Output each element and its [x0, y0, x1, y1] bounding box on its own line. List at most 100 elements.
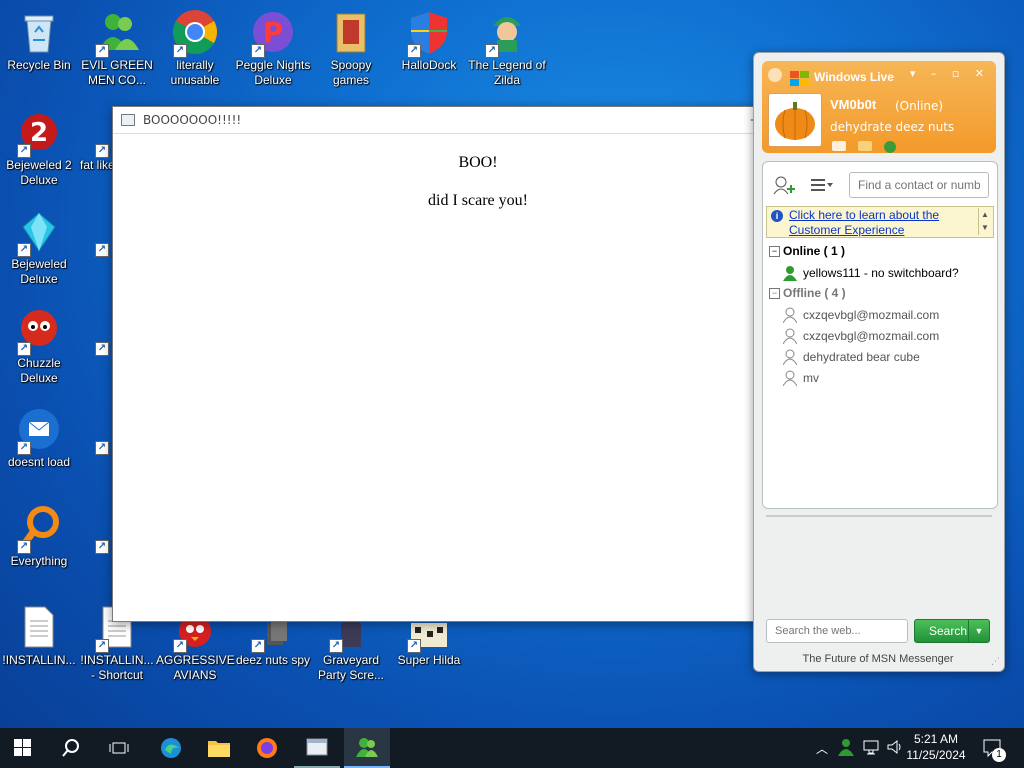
shortcut-arrow-icon: ↗: [329, 639, 343, 653]
resize-grip-icon[interactable]: ⋰: [991, 657, 1000, 667]
network-icon[interactable]: [862, 738, 880, 760]
desktop-icon-chuzzle[interactable]: ↗ Chuzzle Deluxe: [0, 306, 78, 386]
window-controls[interactable]: ▾ – ▫ ✕: [910, 67, 990, 80]
shortcut-arrow-icon: ↗: [173, 44, 187, 58]
shortcut-arrow-icon: ↗: [17, 144, 31, 158]
icon-label: Everything: [10, 554, 68, 568]
messenger-tray-icon[interactable]: [838, 738, 854, 760]
window-titlebar[interactable]: BOOOOOOO!!!!! –: [113, 107, 763, 134]
boo-window: BOOOOOOO!!!!! – BOO! did I scare you!: [112, 106, 764, 622]
contact-item[interactable]: cxzqevbgl@mozmail.com: [782, 307, 939, 324]
desktop-icon-literally-unusable[interactable]: ↗ literally unusable: [156, 8, 234, 88]
icon-label: Recycle Bin: [7, 58, 71, 72]
shortcut-arrow-icon: ↗: [95, 144, 109, 158]
web-search-bar: Search ▼: [766, 619, 992, 643]
contact-item[interactable]: dehydrated bear cube: [782, 349, 920, 366]
taskbar-firefox[interactable]: [244, 728, 290, 768]
desktop-icon-bejeweled-2[interactable]: 2 ↗ Bejeweled 2 Deluxe: [0, 108, 78, 188]
svg-text:2: 2: [30, 118, 48, 148]
shortcut-arrow-icon: ↗: [95, 639, 109, 653]
windows-live-logo-icon: [790, 71, 809, 86]
group-label: Online ( 1 ): [783, 244, 846, 258]
icon-label: !INSTALLIN...: [2, 653, 76, 667]
taskbar-edge[interactable]: [148, 728, 194, 768]
icon-label: AGGRESSIVE AVIANS: [156, 653, 235, 682]
online-buddy-icon: [783, 265, 797, 281]
desktop-icon-everything[interactable]: ↗ Everything: [0, 504, 78, 569]
firefox-icon: [257, 738, 277, 758]
online-status[interactable]: (Online): [895, 99, 943, 113]
desktop-icon-recycle-bin[interactable]: Recycle Bin: [0, 8, 78, 73]
volume-icon[interactable]: [886, 738, 904, 760]
contact-item[interactable]: yellows111 - no switchboard?: [783, 265, 959, 281]
clock-time: 5:21 AM: [913, 732, 959, 746]
desktop-icon-installing[interactable]: !INSTALLIN...: [0, 603, 78, 668]
brand-title: Windows Live: [814, 70, 894, 84]
desktop-icon-legend-of-zilda[interactable]: ↗ The Legend of Zilda: [468, 8, 546, 88]
desktop-icon-hallodock[interactable]: ↗ HalloDock: [390, 8, 468, 73]
search-button-label: Search: [929, 624, 968, 638]
search-button[interactable]: [48, 728, 94, 768]
diamond-icon: ↗: [15, 207, 63, 257]
group-online[interactable]: − Online ( 1 ): [769, 244, 845, 258]
taskbar-file-explorer[interactable]: [196, 728, 242, 768]
icon-label: Bejeweled 2 Deluxe: [6, 158, 72, 187]
taskbar: ︿ 5:21 AM 11/25/2024 1: [0, 728, 1024, 768]
clock[interactable]: 5:21 AM 11/25/2024: [906, 731, 966, 763]
svg-text:P: P: [263, 16, 284, 49]
find-contact-input[interactable]: [849, 172, 989, 198]
quick-links: [832, 141, 896, 153]
divider: [766, 515, 992, 517]
mail-icon[interactable]: [832, 141, 846, 151]
document-icon: [15, 603, 63, 651]
peggle-icon: P ↗: [249, 8, 297, 58]
contact-item[interactable]: mv: [782, 370, 819, 387]
notification-count-badge: 1: [992, 748, 1006, 762]
desktop-icon-evil-green-men[interactable]: ↗ EVIL GREEN MEN CO...: [78, 8, 156, 88]
icon-label: The Legend of Zilda: [468, 58, 546, 87]
search-icon: [62, 739, 79, 757]
collapse-icon[interactable]: −: [769, 246, 780, 258]
collapse-icon[interactable]: −: [769, 288, 780, 300]
boo-message: did I scare you!: [428, 192, 528, 209]
offline-buddy-icon: [782, 328, 798, 345]
chevron-up-icon[interactable]: ︿: [816, 740, 828, 757]
folder-icon[interactable]: [858, 141, 872, 151]
shortcut-arrow-icon: ↗: [95, 342, 109, 356]
display-name[interactable]: VM0b0t: [830, 97, 876, 112]
messenger-menu-icon[interactable]: [768, 68, 782, 82]
web-search-input[interactable]: [766, 619, 908, 643]
pumpkin-icon: [775, 102, 815, 140]
task-view-button[interactable]: [96, 728, 142, 768]
start-button[interactable]: [0, 728, 46, 768]
icon-label: Graveyard Party Scre...: [317, 653, 385, 682]
icon-label: EVIL GREEN MEN CO...: [81, 58, 153, 87]
desktop-icon-peggle[interactable]: P ↗ Peggle Nights Deluxe: [234, 8, 312, 88]
desktop-icon-spoopy-games[interactable]: Spoopy games: [312, 8, 390, 88]
bejeweled-2-icon: 2 ↗: [15, 108, 63, 158]
sidebar-tabs: [753, 199, 754, 609]
desktop-icon-bejeweled[interactable]: ↗ Bejeweled Deluxe: [0, 207, 78, 287]
view-options-icon[interactable]: [809, 177, 833, 197]
desktop-icon-doesnt-load[interactable]: ↗ doesnt load: [0, 405, 78, 470]
add-contact-icon[interactable]: [773, 175, 797, 199]
task-view-icon: [109, 742, 129, 754]
group-offline[interactable]: − Offline ( 4 ): [769, 286, 846, 300]
xbox-icon[interactable]: [884, 141, 896, 153]
customer-experience-link[interactable]: Click here to learn about the Customer E…: [789, 208, 969, 238]
chrome-icon: ↗: [171, 8, 219, 58]
search-button[interactable]: Search ▼: [914, 619, 990, 643]
display-picture[interactable]: [768, 93, 822, 147]
icon-label: doesnt load: [7, 455, 71, 469]
chevron-down-icon[interactable]: ▼: [968, 620, 989, 642]
personal-message[interactable]: dehydrate deez nuts: [830, 120, 954, 134]
taskbar-messenger[interactable]: [344, 728, 390, 768]
window-app-icon: [121, 114, 135, 126]
windows-logo-icon: [14, 739, 31, 756]
taskbar-boo-window[interactable]: [294, 728, 340, 768]
banner-scroll[interactable]: ▲ ▼: [978, 208, 991, 235]
shortcut-arrow-icon: ↗: [95, 44, 109, 58]
contact-item[interactable]: cxzqevbgl@mozmail.com: [782, 328, 939, 345]
icon-label: Peggle Nights Deluxe: [235, 58, 311, 87]
shortcut-arrow-icon: ↗: [95, 441, 109, 455]
